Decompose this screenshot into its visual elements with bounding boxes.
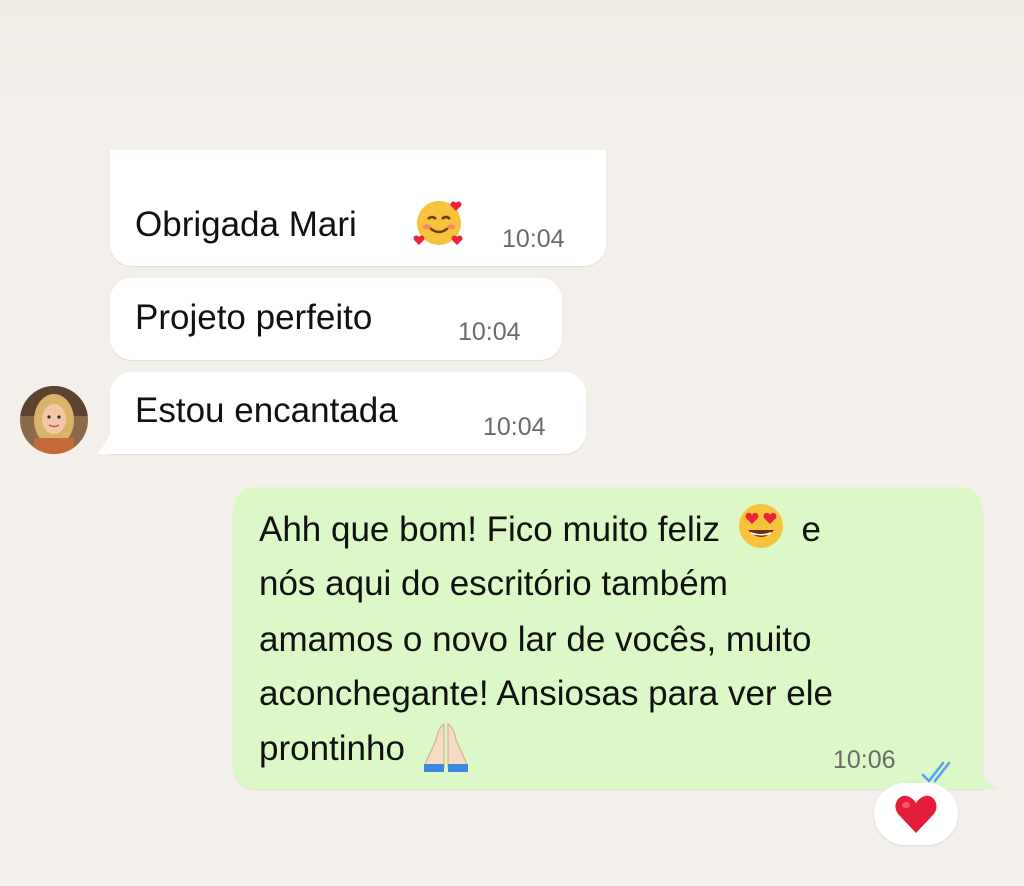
message-text-line: amamos o novo lar de vocês, muito bbox=[259, 620, 812, 659]
outgoing-message-bubble[interactable]: Ahh que bom! Fico muito feliz e nós aqui… bbox=[233, 487, 983, 789]
incoming-message-bubble[interactable]: Estou encantada 10:04 bbox=[110, 372, 586, 454]
chat-background bbox=[0, 0, 1024, 120]
read-receipt-icon bbox=[921, 747, 961, 783]
message-time: 10:04 bbox=[483, 413, 546, 441]
message-time: 10:04 bbox=[502, 225, 565, 253]
message-text: Projeto perfeito bbox=[135, 298, 373, 337]
message-text: Obrigada Mari bbox=[135, 205, 357, 244]
red-heart-icon bbox=[894, 793, 938, 835]
avatar-photo-icon bbox=[20, 386, 88, 454]
incoming-message-bubble[interactable]: Obrigada Mari 10:04 bbox=[110, 150, 606, 266]
smiling-face-with-hearts-icon bbox=[412, 195, 466, 249]
message-time: 10:06 bbox=[833, 746, 896, 774]
folded-hands-icon bbox=[419, 720, 473, 772]
contact-avatar[interactable] bbox=[20, 386, 88, 454]
message-text-line: e bbox=[801, 510, 821, 549]
outgoing-bubble-tail bbox=[981, 769, 999, 789]
smiling-face-with-heart-eyes-icon bbox=[736, 501, 786, 551]
incoming-message-bubble[interactable]: Projeto perfeito 10:04 bbox=[110, 278, 562, 360]
message-text-line: aconchegante! Ansiosas para ver ele bbox=[259, 674, 833, 713]
message-text-line: nós aqui do escritório também bbox=[259, 564, 728, 603]
message-reaction[interactable] bbox=[874, 783, 958, 845]
message-text: Estou encantada bbox=[135, 391, 398, 430]
message-time: 10:04 bbox=[458, 318, 521, 346]
incoming-bubble-tail bbox=[96, 434, 114, 454]
message-text-line: Ahh que bom! Fico muito feliz bbox=[259, 510, 721, 549]
message-text-line: prontinho bbox=[259, 729, 405, 768]
